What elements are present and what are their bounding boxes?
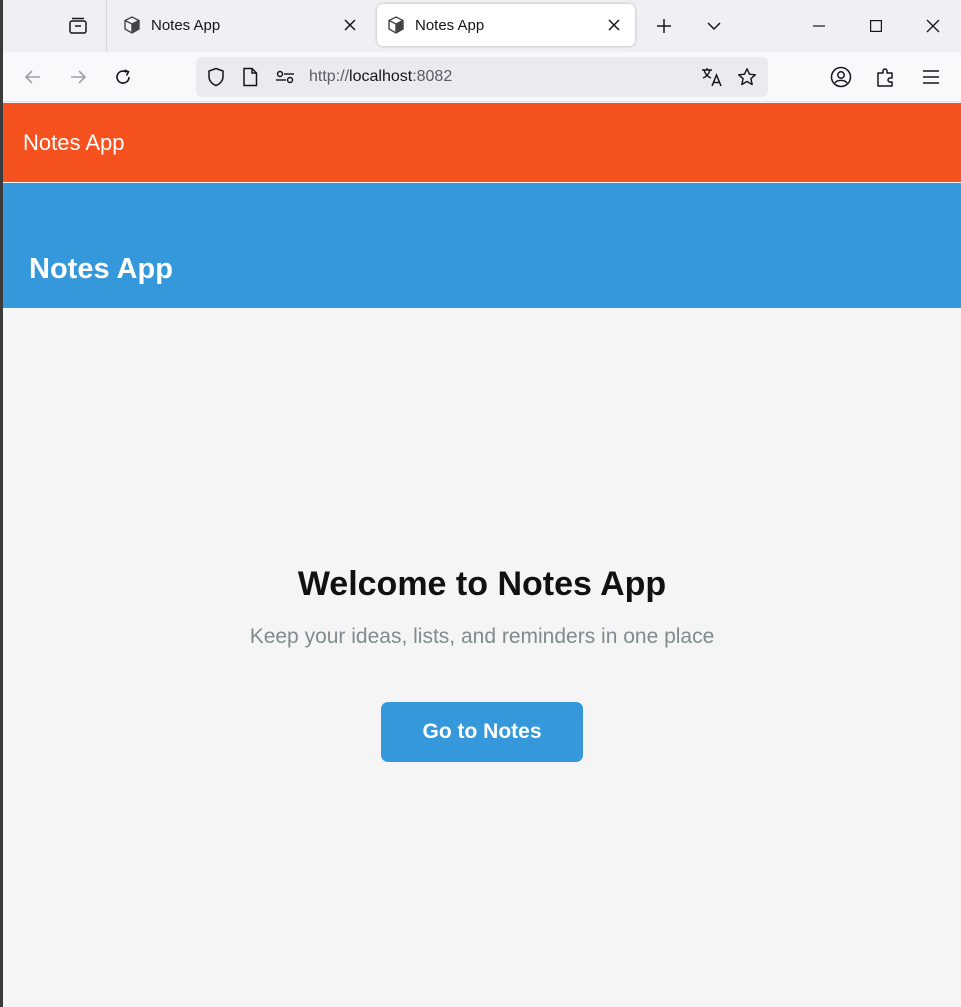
page-icon[interactable] — [239, 66, 261, 88]
chevron-down-icon — [707, 22, 721, 31]
list-all-tabs-button[interactable] — [701, 13, 727, 39]
tab-list-icon — [69, 17, 87, 34]
translate-icon[interactable] — [701, 66, 723, 88]
minimize-icon — [813, 25, 825, 27]
url-host: localhost — [349, 68, 413, 85]
window-edge — [0, 0, 3, 1007]
permissions-icon[interactable] — [274, 66, 296, 88]
tab-title: Notes App — [415, 17, 485, 34]
url-text[interactable]: http://localhost:8082 — [309, 68, 452, 86]
account-icon — [830, 66, 852, 88]
app-header: Notes App — [3, 183, 961, 308]
close-icon[interactable] — [603, 14, 625, 36]
navigation-toolbar: http://localhost:8082 — [3, 52, 961, 102]
header-title: Notes App — [29, 253, 173, 285]
app-topbar: Notes App — [3, 103, 961, 182]
back-button[interactable] — [20, 64, 46, 90]
browser-tab-active[interactable]: Notes App — [377, 4, 635, 46]
reload-button[interactable] — [110, 64, 136, 90]
arrow-right-icon — [71, 70, 87, 84]
firefox-view-button[interactable] — [65, 13, 91, 39]
url-port: :8082 — [412, 68, 453, 85]
maximize-icon — [870, 20, 882, 32]
window-close-button[interactable] — [905, 0, 961, 52]
cube-favicon-icon — [122, 15, 142, 35]
tab-divider — [106, 0, 107, 52]
browser-tab[interactable]: Notes App — [113, 4, 371, 46]
puzzle-icon — [877, 68, 893, 87]
app-menu-button[interactable] — [918, 64, 944, 90]
close-icon — [926, 19, 940, 33]
topbar-title: Notes App — [23, 130, 125, 155]
account-button[interactable] — [828, 64, 854, 90]
arrow-left-icon — [24, 70, 40, 84]
plus-icon — [657, 19, 671, 33]
new-tab-button[interactable] — [651, 13, 677, 39]
hamburger-menu-icon — [923, 70, 939, 84]
reload-icon — [116, 69, 130, 84]
forward-button[interactable] — [65, 64, 91, 90]
bookmark-star-icon[interactable] — [736, 66, 758, 88]
cube-favicon-icon — [386, 15, 406, 35]
close-icon[interactable] — [339, 14, 361, 36]
address-bar[interactable]: http://localhost:8082 — [196, 57, 768, 97]
tab-strip: Notes App Notes App — [3, 0, 961, 52]
shield-icon[interactable] — [205, 66, 227, 88]
maximize-button[interactable] — [848, 0, 904, 52]
welcome-subtitle: Keep your ideas, lists, and reminders in… — [249, 625, 715, 648]
url-scheme: http:// — [309, 68, 350, 85]
go-to-notes-button[interactable]: Go to Notes — [381, 702, 583, 762]
welcome-title: Welcome to Notes App — [297, 565, 667, 603]
extensions-button[interactable] — [873, 64, 899, 90]
minimize-button[interactable] — [791, 0, 847, 52]
tab-title: Notes App — [151, 17, 221, 34]
